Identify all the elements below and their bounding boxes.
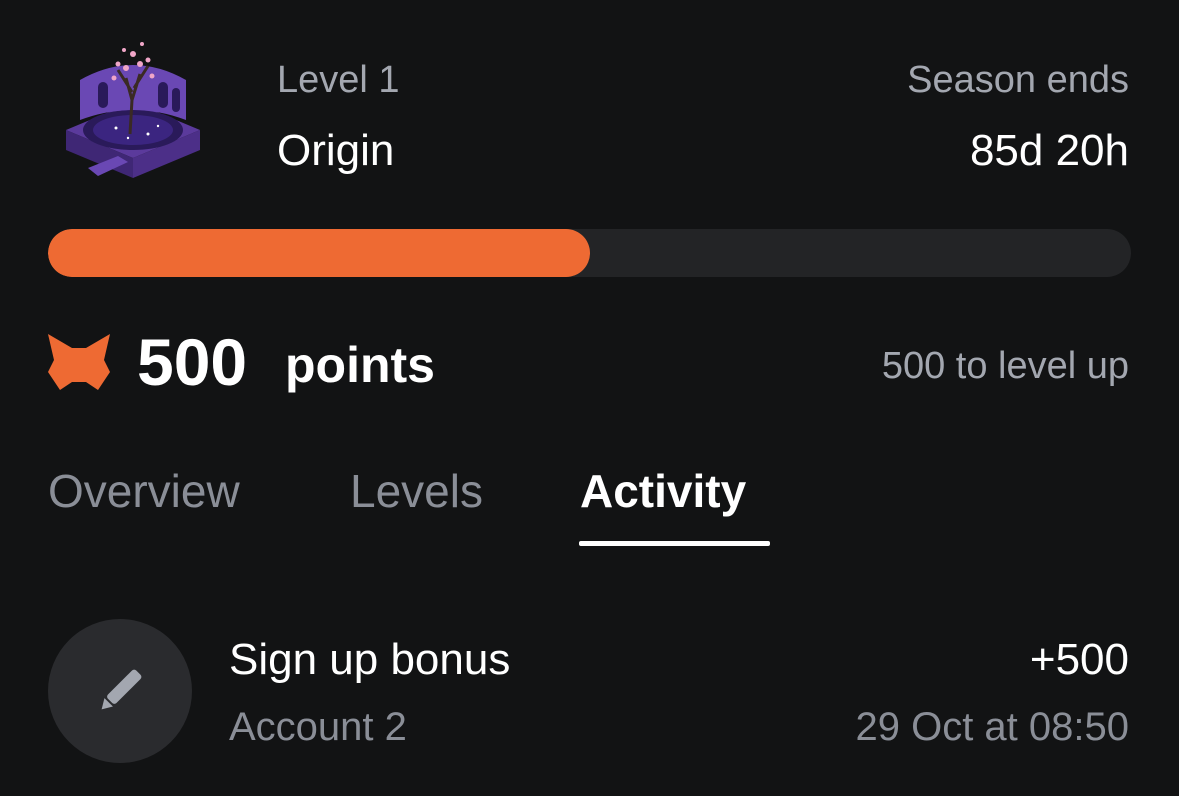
points-to-level-up: 500 to level up [881, 345, 1129, 387]
activity-date: 29 Oct at 08:50 [855, 705, 1129, 749]
tab-levels[interactable]: Levels [350, 463, 483, 519]
level-progress-fill [48, 229, 590, 277]
season-countdown: 85d 20h [969, 126, 1129, 175]
activity-amount: +500 [1029, 635, 1129, 684]
pencil-icon [101, 669, 142, 710]
level-name: Origin [277, 126, 395, 175]
points-unit: points [285, 337, 435, 393]
activity-icon-circle [48, 619, 192, 763]
level-label: Level 1 [277, 59, 400, 101]
level-progress-bar [48, 229, 1131, 277]
fox-icon [48, 334, 110, 390]
activity-account: Account 2 [229, 705, 407, 749]
season-ends-label: Season ends [907, 59, 1129, 101]
activity-title: Sign up bonus [229, 635, 511, 684]
tab-activity[interactable]: Activity [580, 463, 746, 519]
active-tab-indicator [579, 541, 770, 546]
points-value: 500 [137, 325, 248, 399]
tab-overview[interactable]: Overview [48, 463, 240, 519]
level-art-icon [58, 30, 208, 188]
